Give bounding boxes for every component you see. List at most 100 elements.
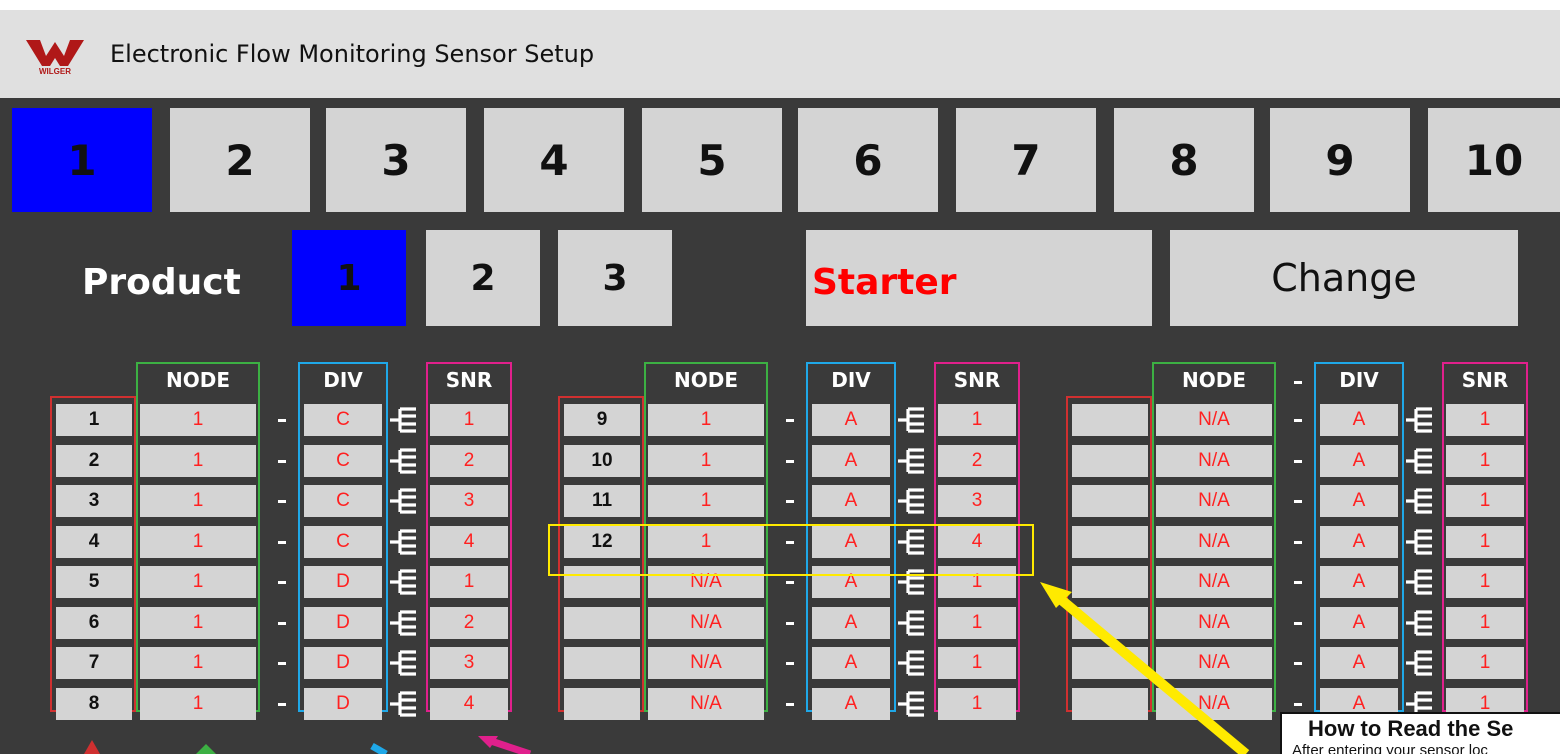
dash-separator <box>786 419 794 422</box>
div-cell[interactable]: A <box>812 687 890 720</box>
dash-separator <box>1294 500 1302 503</box>
tab-8[interactable]: 8 <box>1114 108 1254 212</box>
snr-cell[interactable]: 2 <box>938 444 1016 477</box>
dash-separator <box>278 419 286 422</box>
node-cell[interactable]: N/A <box>648 687 764 720</box>
div-cell[interactable]: C <box>304 525 382 558</box>
snr-cell[interactable]: 1 <box>430 566 508 598</box>
tab-3[interactable]: 3 <box>326 108 466 212</box>
div-cell[interactable]: C <box>304 485 382 517</box>
node-cell[interactable]: 1 <box>140 606 256 639</box>
snr-cell[interactable]: 1 <box>430 404 508 436</box>
div-cell[interactable]: D <box>304 566 382 598</box>
snr-cell[interactable]: 2 <box>430 444 508 477</box>
node-cell[interactable]: N/A <box>1156 444 1272 477</box>
row-number-cell <box>564 647 640 679</box>
manifold-connector-icon <box>898 609 924 636</box>
node-cell[interactable]: 1 <box>648 485 764 517</box>
snr-cell[interactable]: 2 <box>430 606 508 639</box>
dash-separator <box>786 581 794 584</box>
node-cell[interactable]: N/A <box>648 647 764 679</box>
change-button[interactable]: Change <box>1170 230 1518 326</box>
manifold-connector-icon <box>390 447 416 474</box>
node-cell[interactable]: 1 <box>140 404 256 436</box>
tab-2[interactable]: 2 <box>170 108 310 212</box>
product-button-2[interactable]: 2 <box>426 230 540 326</box>
node-cell[interactable]: 1 <box>648 404 764 436</box>
node-cell[interactable]: N/A <box>1156 404 1272 436</box>
div-cell[interactable]: A <box>812 444 890 477</box>
snr-cell[interactable]: 1 <box>938 606 1016 639</box>
node-cell[interactable]: N/A <box>1156 485 1272 517</box>
node-cell[interactable]: 1 <box>140 485 256 517</box>
div-cell[interactable]: A <box>1320 525 1398 558</box>
row-number-cell: 7 <box>56 647 132 679</box>
callout-title: How to Read the Se <box>1308 716 1514 741</box>
snr-cell[interactable]: 1 <box>1446 606 1524 639</box>
div-cell[interactable]: C <box>304 444 382 477</box>
snr-cell[interactable]: 1 <box>1446 525 1524 558</box>
tab-10[interactable]: 10 <box>1428 108 1560 212</box>
logo-text: WILGER <box>39 67 71 76</box>
node-cell[interactable]: N/A <box>648 606 764 639</box>
node-cell[interactable]: N/A <box>1156 687 1272 720</box>
tab-1[interactable]: 1 <box>12 108 152 212</box>
callout-text: After entering your sensor loc <box>1292 742 1488 754</box>
div-cell[interactable]: A <box>812 404 890 436</box>
dash-separator <box>278 662 286 665</box>
tab-7[interactable]: 7 <box>956 108 1096 212</box>
div-cell[interactable]: A <box>812 606 890 639</box>
node-cell[interactable]: 1 <box>140 525 256 558</box>
node-cell[interactable]: N/A <box>1156 525 1272 558</box>
snr-cell[interactable]: 1 <box>938 404 1016 436</box>
node-cell[interactable]: 1 <box>140 687 256 720</box>
dash-separator <box>1294 702 1302 706</box>
snr-cell[interactable]: 4 <box>430 525 508 558</box>
snr-cell[interactable]: 4 <box>430 687 508 720</box>
div-cell[interactable]: A <box>1320 444 1398 477</box>
node-cell[interactable]: N/A <box>1156 566 1272 598</box>
tab-4[interactable]: 4 <box>484 108 624 212</box>
snr-cell[interactable]: 3 <box>430 647 508 679</box>
div-cell[interactable]: A <box>1320 404 1398 436</box>
product-button-3[interactable]: 3 <box>558 230 672 326</box>
node-cell[interactable]: 1 <box>140 647 256 679</box>
row-number-cell <box>1072 687 1148 720</box>
div-cell[interactable]: A <box>812 647 890 679</box>
div-cell[interactable]: D <box>304 687 382 720</box>
snr-cell[interactable]: 3 <box>938 485 1016 517</box>
manifold-connector-icon <box>1406 528 1432 555</box>
snr-cell[interactable]: 1 <box>1446 404 1524 436</box>
tab-6[interactable]: 6 <box>798 108 938 212</box>
div-cell[interactable]: A <box>812 485 890 517</box>
product-button-1[interactable]: 1 <box>292 230 406 326</box>
div-cell[interactable]: A <box>1320 647 1398 679</box>
node-cell[interactable]: N/A <box>1156 606 1272 639</box>
snr-cell[interactable]: 1 <box>938 647 1016 679</box>
snr-cell[interactable]: 1 <box>1446 566 1524 598</box>
node-cell[interactable]: N/A <box>1156 647 1272 679</box>
product-name-display: Starter <box>806 230 1152 326</box>
tab-5[interactable]: 5 <box>642 108 782 212</box>
div-cell[interactable]: C <box>304 404 382 436</box>
snr-cell[interactable]: 3 <box>430 485 508 517</box>
node-cell[interactable]: 1 <box>140 444 256 477</box>
div-cell[interactable]: D <box>304 606 382 639</box>
tab-9[interactable]: 9 <box>1270 108 1410 212</box>
node-cell[interactable]: 1 <box>648 444 764 477</box>
dash-separator <box>1294 662 1302 665</box>
div-cell[interactable]: D <box>304 647 382 679</box>
div-header: DIV <box>831 368 871 392</box>
snr-cell[interactable]: 1 <box>1446 485 1524 517</box>
snr-cell[interactable]: 1 <box>1446 647 1524 679</box>
div-cell[interactable]: A <box>1320 566 1398 598</box>
manifold-connector-icon <box>1406 569 1432 595</box>
snr-cell[interactable]: 1 <box>1446 444 1524 477</box>
page-title: Electronic Flow Monitoring Sensor Setup <box>110 40 595 68</box>
div-cell[interactable]: A <box>1320 606 1398 639</box>
div-cell[interactable]: A <box>1320 485 1398 517</box>
node-cell[interactable]: 1 <box>140 566 256 598</box>
row-number-cell <box>564 687 640 720</box>
snr-cell[interactable]: 1 <box>938 687 1016 720</box>
row-number-cell: 6 <box>56 606 132 639</box>
